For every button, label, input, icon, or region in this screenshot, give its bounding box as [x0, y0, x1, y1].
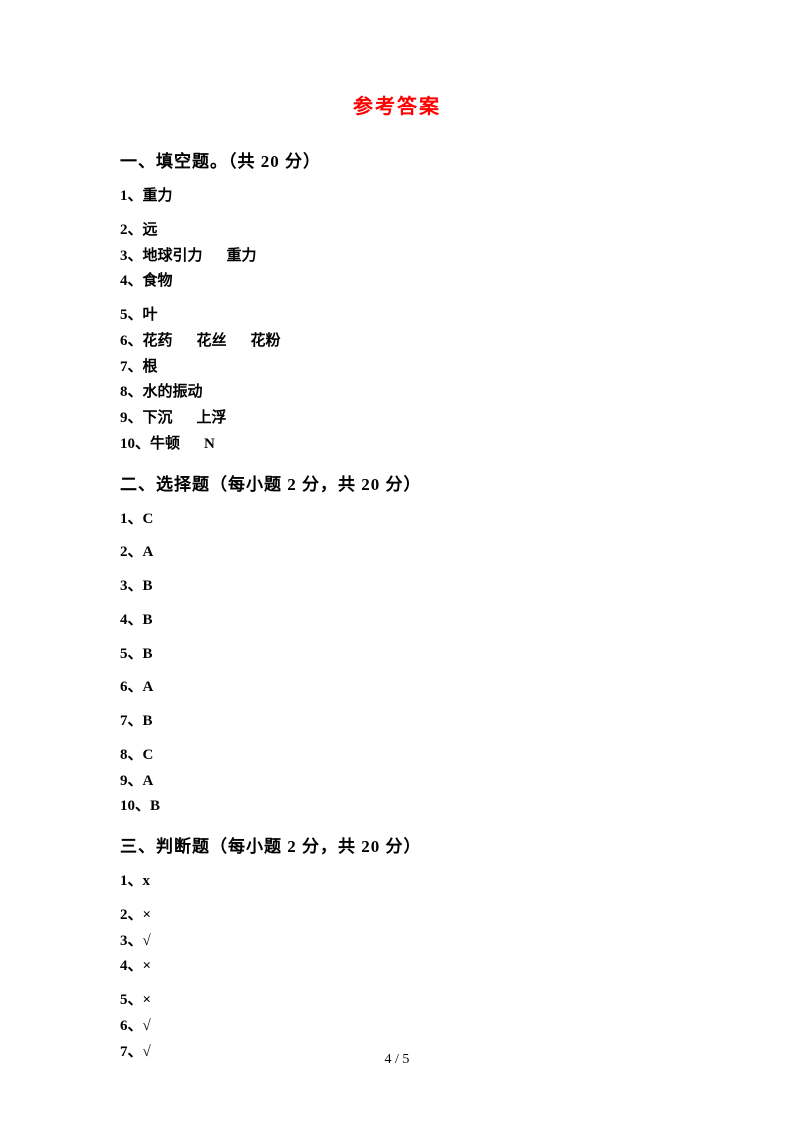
answer-text: A [143, 773, 154, 789]
answer-text: 花粉 [251, 333, 281, 349]
answer-text: B [150, 798, 160, 814]
answer-line: 9、A [120, 771, 674, 793]
answer-text: 水的振动 [143, 384, 203, 400]
answer-number: 9、 [120, 410, 143, 426]
answer-number: 7、 [120, 713, 143, 729]
answer-line: 3、地球引力 重力 [120, 246, 674, 268]
answer-number: 3、 [120, 248, 143, 264]
page-number: 4 / 5 [0, 1052, 794, 1068]
answer-text: × [143, 958, 152, 974]
answer-line: 3、√ [120, 931, 674, 953]
answer-text: x [143, 873, 151, 889]
answer-line: 4、食物 [120, 271, 674, 293]
answer-line: 2、A [120, 542, 674, 564]
answer-line: 5、叶 [120, 305, 674, 327]
answer-line: 1、C [120, 509, 674, 531]
answer-number: 6、 [120, 333, 143, 349]
answer-text: B [143, 612, 153, 628]
answer-text: 地球引力 [143, 248, 203, 264]
answer-line: 10、B [120, 796, 674, 818]
answer-text: A [143, 544, 154, 560]
answer-text: 远 [143, 222, 158, 238]
answer-number: 1、 [120, 873, 143, 889]
answer-line: 4、B [120, 610, 674, 632]
answer-text: 上浮 [197, 410, 227, 426]
answer-number: 4、 [120, 273, 143, 289]
answer-line: 2、远 [120, 220, 674, 242]
answer-text: 食物 [143, 273, 173, 289]
answer-line: 9、下沉 上浮 [120, 408, 674, 430]
answer-line: 7、B [120, 711, 674, 733]
answer-text: 牛顿 [150, 436, 180, 452]
answer-line: 8、C [120, 745, 674, 767]
answer-number: 10、 [120, 436, 150, 452]
answer-text: × [143, 992, 152, 1008]
answer-number: 6、 [120, 1018, 143, 1034]
answer-text: √ [143, 1018, 151, 1034]
sections-container: 一、填空题。（共 20 分）1、重力2、远3、地球引力重力4、食物5、叶6、花药… [120, 147, 674, 1063]
answer-number: 4、 [120, 958, 143, 974]
answer-line: 3、B [120, 576, 674, 598]
answer-text: 下沉 [143, 410, 173, 426]
answer-text: 重力 [143, 188, 173, 204]
answer-text: 花药 [143, 333, 173, 349]
answer-text: 叶 [143, 307, 158, 323]
answer-text: B [143, 646, 153, 662]
answer-number: 5、 [120, 646, 143, 662]
answer-number: 3、 [120, 578, 143, 594]
section-heading: 一、填空题。（共 20 分） [120, 147, 674, 172]
answer-number: 7、 [120, 359, 143, 375]
answer-number: 9、 [120, 773, 143, 789]
answer-number: 1、 [120, 188, 143, 204]
answer-number: 2、 [120, 907, 143, 923]
answer-text: 根 [143, 359, 158, 375]
answer-line: 8、水的振动 [120, 382, 674, 404]
answer-text: N [204, 436, 215, 452]
answer-line: 5、× [120, 990, 674, 1012]
answer-number: 2、 [120, 544, 143, 560]
answer-text: 重力 [227, 248, 257, 264]
answer-line: 4、× [120, 956, 674, 978]
answer-number: 10、 [120, 798, 150, 814]
answer-text: B [143, 578, 153, 594]
answer-line: 1、x [120, 871, 674, 893]
answer-text: C [143, 511, 154, 527]
answer-text: A [143, 679, 154, 695]
answer-line: 2、× [120, 905, 674, 927]
answer-text: B [143, 713, 153, 729]
answer-line: 7、根 [120, 357, 674, 379]
answer-text: C [143, 747, 154, 763]
answer-line: 1、重力 [120, 186, 674, 208]
answer-line: 5、B [120, 644, 674, 666]
section-heading: 三、判断题（每小题 2 分，共 20 分） [120, 832, 674, 857]
answer-number: 2、 [120, 222, 143, 238]
answer-number: 8、 [120, 384, 143, 400]
answer-number: 1、 [120, 511, 143, 527]
answer-text: √ [143, 933, 151, 949]
answer-number: 6、 [120, 679, 143, 695]
answer-text: 花丝 [197, 333, 227, 349]
answer-text: × [143, 907, 152, 923]
answer-line: 6、√ [120, 1016, 674, 1038]
answer-number: 5、 [120, 307, 143, 323]
section-heading: 二、选择题（每小题 2 分，共 20 分） [120, 470, 674, 495]
answer-line: 6、花药 花丝 花粉 [120, 331, 674, 353]
answer-line: 10、牛顿 N [120, 434, 674, 456]
document-title: 参考答案 [120, 90, 674, 119]
answer-line: 6、A [120, 677, 674, 699]
page-content: 参考答案 一、填空题。（共 20 分）1、重力2、远3、地球引力重力4、食物5、… [0, 0, 794, 1117]
answer-number: 8、 [120, 747, 143, 763]
answer-number: 4、 [120, 612, 143, 628]
answer-number: 5、 [120, 992, 143, 1008]
answer-number: 3、 [120, 933, 143, 949]
